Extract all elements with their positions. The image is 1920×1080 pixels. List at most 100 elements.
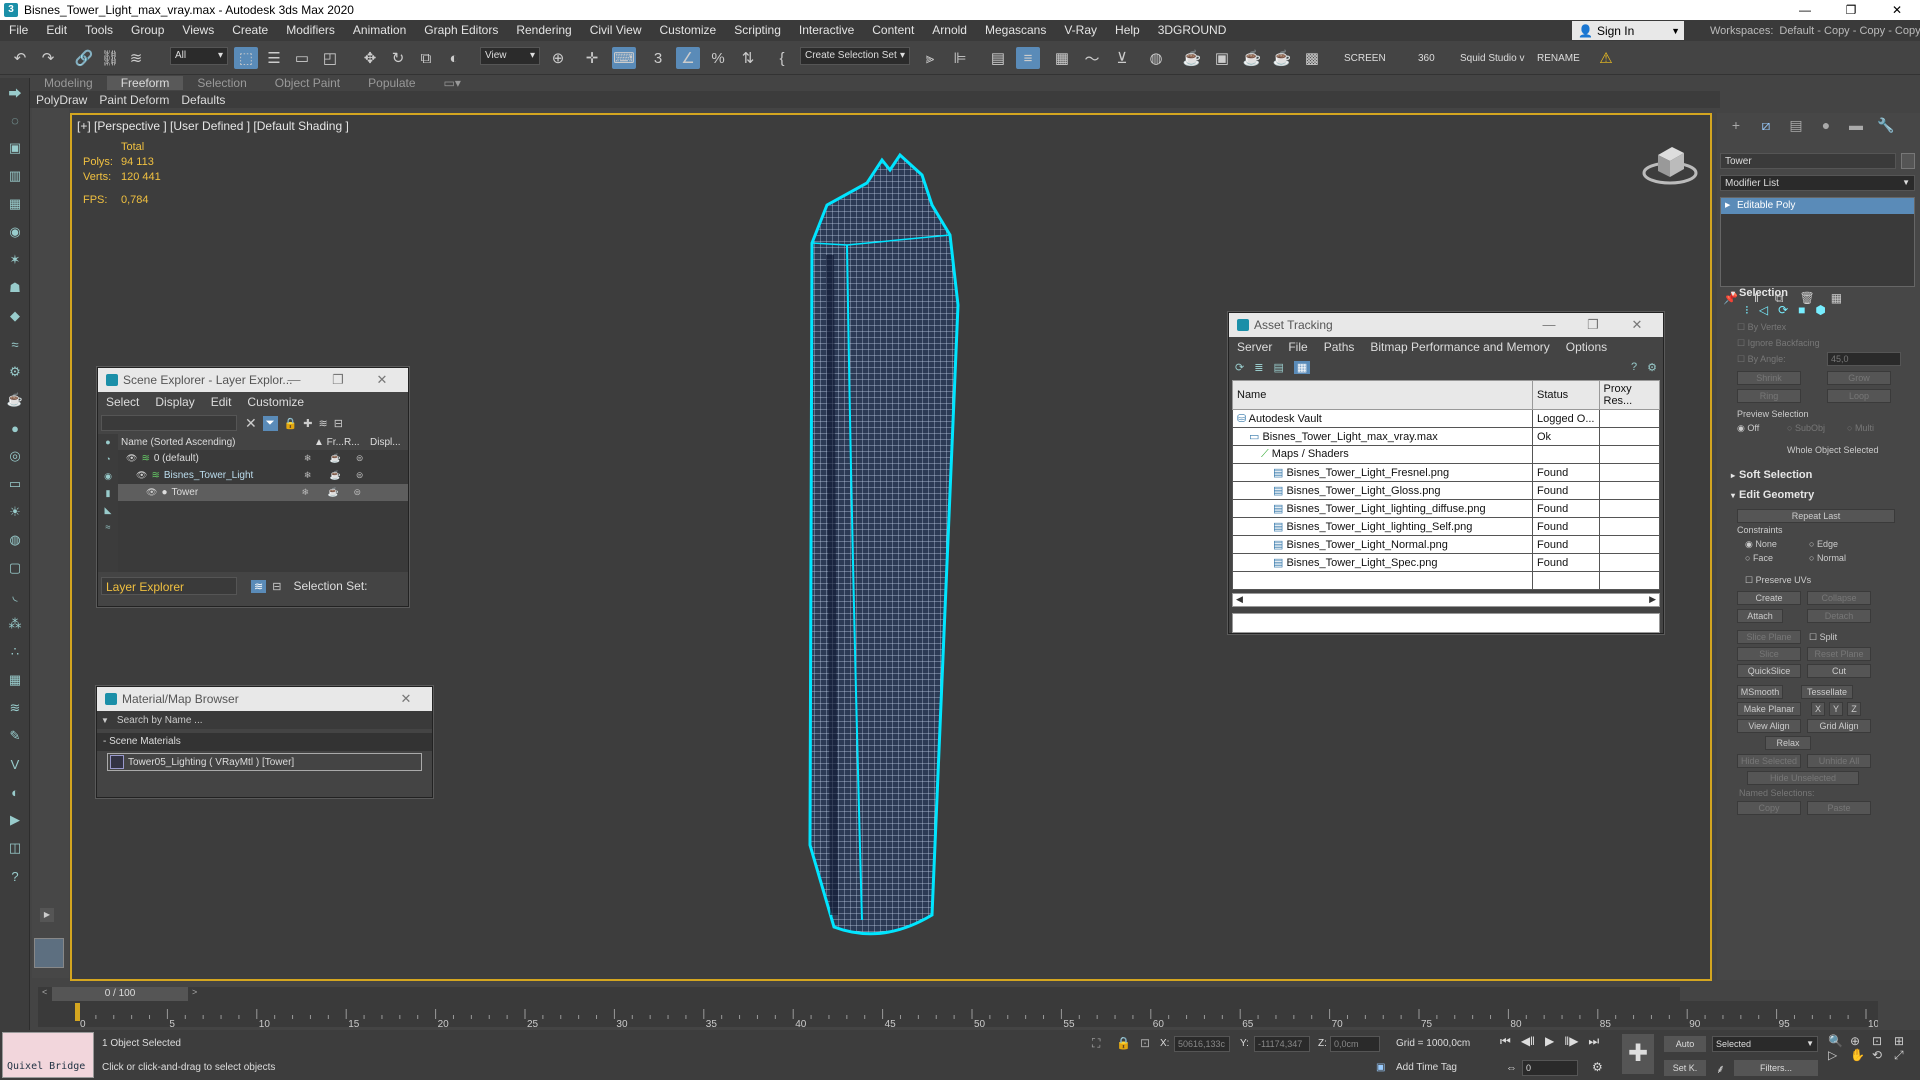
system-tool-icon[interactable]: ⚙ [0,358,30,386]
edge-icon[interactable]: ◁ [1759,303,1768,317]
horizontal-scrollbar[interactable]: ◀ ▶ [1232,593,1660,607]
time-slider-thumb[interactable]: 0 / 100 [52,987,188,1001]
menu-bitmap-performance[interactable]: Bitmap Performance and Memory [1362,340,1557,354]
key-mode-icon[interactable]: ⇔ [1506,1062,1517,1074]
display-toggle-icon[interactable]: ⊜ [356,453,382,464]
y-coord-field[interactable]: -11174,347 [1254,1036,1310,1052]
ribbon-options-icon[interactable]: ▭▾ [430,76,475,90]
soft-selection-rollout-header[interactable]: ▸ Soft Selection [1717,465,1920,485]
go-to-end-icon[interactable]: ⏭ [1588,1034,1599,1049]
menu-tools[interactable]: Tools [76,20,122,41]
script-tool-icon[interactable]: ✎ [0,722,30,750]
freeze-toggle-icon[interactable]: ❄ [304,470,330,481]
scale-icon[interactable]: ⧉ [414,47,438,69]
z-coord-field[interactable]: 0,0cm [1330,1036,1380,1052]
scene-materials-group[interactable]: - Scene Materials [97,733,432,751]
menu-megascans[interactable]: Megascans [976,20,1055,41]
object-name-input[interactable]: Tower [1720,153,1896,169]
play-icon[interactable]: ▶ [1545,1034,1554,1049]
window-crossing-icon[interactable]: ◰ [318,47,342,69]
mirror-icon[interactable]: ⫸ [918,47,942,69]
render-iterative-icon[interactable]: ☕ [1270,47,1294,69]
utilities-tab-icon[interactable]: 🔧 [1871,117,1901,134]
minimize-button[interactable]: — [272,368,316,392]
attach-button[interactable]: Attach [1737,609,1783,623]
unlink-icon[interactable]: ⛓ [98,47,122,69]
light-tool-icon[interactable]: ✶ [0,246,30,274]
column-status[interactable]: Status [1532,380,1600,410]
preview-off-radio[interactable]: ◉ Off [1737,423,1759,434]
close-button[interactable]: ✕ [1615,313,1659,337]
orbit-icon[interactable]: ⟲ [1872,1048,1894,1063]
ribbon-toggle-icon[interactable]: ▦ [1050,47,1074,69]
create-button[interactable]: Create [1737,591,1801,605]
by-angle-checkbox[interactable]: ☐ By Angle: [1737,354,1786,365]
rendered-frame-window-icon[interactable]: ▣ [1210,47,1234,69]
render-toggle-icon[interactable]: ☕ [330,453,356,464]
modifier-stack-item[interactable]: ▶ Editable Poly [1721,198,1914,214]
material-editor-icon[interactable]: ◍ [1144,47,1168,69]
selection-filter-dropdown[interactable]: All ▾ [170,47,228,65]
close-button[interactable]: ✕ [360,368,404,392]
expand-arrow-icon[interactable]: ▶ [1725,198,1730,214]
cut-button[interactable]: Cut [1807,664,1871,678]
subtab-defaults[interactable]: Defaults [175,93,231,107]
minimize-button[interactable]: — [1782,0,1828,20]
current-frame-field[interactable]: 0 [1522,1060,1578,1076]
select-by-name-icon[interactable]: ☰ [262,47,286,69]
slice-button[interactable]: Slice [1737,647,1801,661]
filter-icon[interactable]: ⏷ [262,415,278,431]
menu-interactive[interactable]: Interactive [790,20,863,41]
vray-frame-buffer-icon[interactable]: ▩ [1300,47,1324,69]
repeat-last-button[interactable]: Repeat Last [1737,509,1895,523]
absolute-mode-icon[interactable]: ⊡ [1140,1036,1150,1050]
curve-editor-icon[interactable]: 〜 [1080,47,1104,69]
sun-tool-icon[interactable]: ☀ [0,498,30,526]
spacewarp-tool-icon[interactable]: ≈ [0,330,30,358]
screen-script-button[interactable]: SCREEN [1344,53,1386,64]
render-production-icon[interactable]: ☕ [1240,47,1264,69]
asset-row[interactable]: ▤ Bisnes_Tower_Light_Fresnel.png Found [1232,463,1660,482]
redo-icon[interactable]: ↷ [36,47,60,69]
grow-button[interactable]: Grow [1827,371,1891,385]
set-key-big-button[interactable]: ✚ [1622,1034,1654,1074]
time-config-icon[interactable]: ⚙ [1592,1060,1603,1074]
quixel-bridge-button[interactable]: Quixel Bridge [2,1032,94,1078]
sphere-tool-icon[interactable]: ● [0,414,30,442]
menu-rendering[interactable]: Rendering [507,20,580,41]
scroll-right-icon[interactable]: ▶ [1649,594,1656,605]
expand-arrow-icon[interactable]: ▶ [40,908,54,922]
menu-customize[interactable]: Customize [239,395,312,409]
menu-select[interactable]: Select [98,395,147,409]
zoom-extents-icon[interactable]: ⊡ [1872,1034,1894,1048]
menu-group[interactable]: Group [122,20,173,41]
display-lights-icon[interactable]: ◉ [98,468,118,485]
move-icon[interactable]: ✥ [358,47,382,69]
detach-button[interactable]: Detach [1807,609,1871,623]
vertex-icon[interactable]: ⁝ [1745,303,1749,317]
layer-row[interactable]: 👁 ● Tower ❄ ☕ ⊜ [118,484,408,501]
material-search-input[interactable]: Search by Name ... [117,715,203,726]
rect-selection-icon[interactable]: ▭ [290,47,314,69]
vray-tool-icon[interactable]: V [0,750,30,778]
display-tab-icon[interactable]: ▬ [1841,117,1871,133]
display-cameras-icon[interactable]: ▮ [98,485,118,502]
shrink-button[interactable]: Shrink [1737,371,1801,385]
edit-poly-tool-icon[interactable]: ▣ [0,134,30,162]
menu-display[interactable]: Display [147,395,202,409]
zoom-extents-all-icon[interactable]: ⊞ [1894,1034,1916,1048]
maximize-button[interactable]: ❐ [1571,313,1615,337]
asset-path-field[interactable] [1232,613,1660,633]
settings-icon[interactable]: ⚙ [1647,361,1657,374]
clear-search-icon[interactable]: ✕ [245,415,257,432]
selection-rollout-header[interactable]: ▾ Selection [1717,283,1920,303]
isolate-selection-icon[interactable]: ⛶ [1092,1036,1100,1051]
select-object-icon[interactable]: ⬚ [234,47,258,69]
visibility-eye-icon[interactable]: 👁 [136,470,147,481]
time-tag-icon[interactable]: ▣ [1376,1062,1385,1073]
tab-object-paint[interactable]: Object Paint [261,76,354,90]
asset-row[interactable]: ▭ Bisnes_Tower_Light_max_vray.max Ok [1232,427,1660,446]
scroll-left-icon[interactable]: ◀ [1236,594,1243,605]
render-tool-icon[interactable]: ▶ [0,806,30,834]
torus-tool-icon[interactable]: ◎ [0,442,30,470]
